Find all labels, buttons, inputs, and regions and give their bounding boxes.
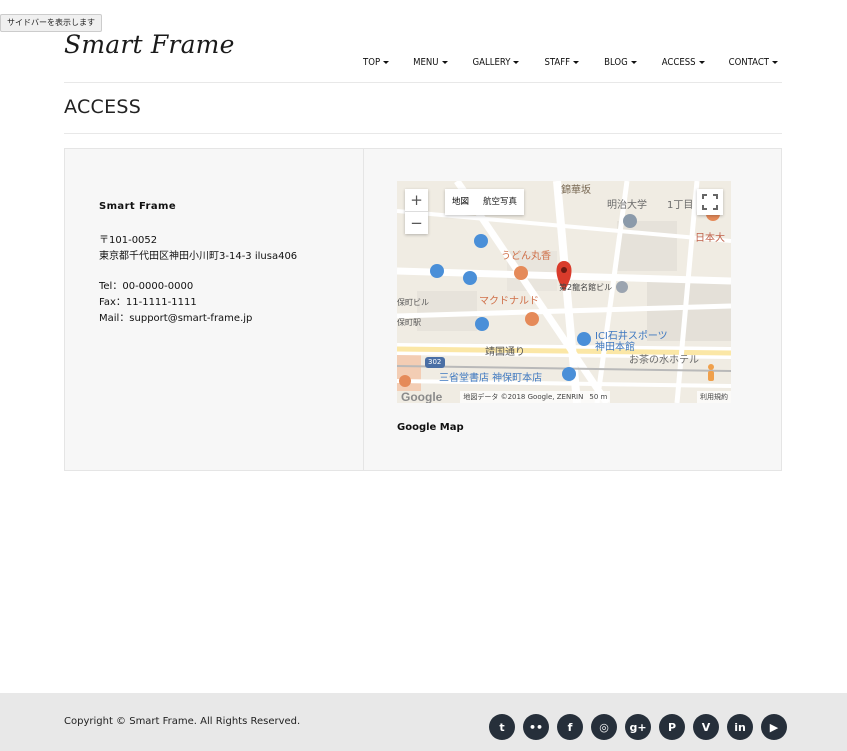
- route-shield-label: 302: [428, 358, 442, 366]
- map-scale[interactable]: 50 m: [586, 390, 611, 403]
- google-logo[interactable]: Google: [401, 390, 442, 404]
- nav-item-label: GALLERY: [472, 56, 511, 68]
- chevron-down-icon: [573, 60, 580, 64]
- youtube-icon[interactable]: ▶: [761, 714, 787, 740]
- map-zoom-control: + −: [405, 189, 428, 234]
- phone-number: Tel：00-0000-0000: [99, 281, 194, 292]
- nav-item-label: BLOG: [604, 56, 628, 68]
- postal-code: 〒101-0052: [99, 235, 158, 246]
- vimeo-icon[interactable]: V: [693, 714, 719, 740]
- page-title: ACCESS: [64, 96, 142, 118]
- header-divider: [64, 82, 782, 83]
- nav-item-gallery[interactable]: GALLERY: [473, 55, 520, 69]
- nav-item-menu[interactable]: MENU: [413, 55, 448, 69]
- fullscreen-icon: [702, 194, 718, 210]
- map-label: 三省堂書店 神保町本店: [439, 373, 543, 384]
- instagram-icon[interactable]: ◎: [591, 714, 617, 740]
- map-caption: Google Map: [397, 422, 464, 433]
- nav-item-label: ACCESS: [661, 56, 696, 68]
- chevron-down-icon: [383, 60, 390, 64]
- site-footer: Copyright © Smart Frame. All Rights Rese…: [0, 693, 847, 751]
- map-label: 保町ビル: [397, 298, 429, 307]
- map-label: 明治大学: [607, 200, 647, 211]
- fax-number: Fax：11-1111-1111: [99, 297, 197, 308]
- chevron-down-icon: [513, 60, 520, 64]
- map-label: 日本大: [695, 233, 725, 244]
- google-plus-icon[interactable]: g+: [625, 714, 651, 740]
- nav-item-access[interactable]: ACCESS: [662, 55, 705, 69]
- chevron-down-icon: [772, 60, 779, 64]
- nav-item-label: CONTACT: [728, 56, 770, 68]
- facebook-icon[interactable]: f: [557, 714, 583, 740]
- map-attribution-text: 地図データ ©2018 Google, ZENRIN: [460, 390, 587, 403]
- map-terms-link[interactable]: 利用規約: [697, 390, 731, 403]
- email-address[interactable]: Mail：support@smart-frame.jp: [99, 311, 297, 327]
- nav-item-contact[interactable]: CONTACT: [728, 55, 779, 69]
- street-address: 東京都千代田区神田小川町3-14-3 ilusa406: [99, 251, 298, 262]
- map-label: 保町駅: [397, 318, 421, 327]
- address-block: 〒101-0052 東京都千代田区神田小川町3-14-3 ilusa406: [99, 233, 297, 265]
- map-label: 1丁目: [667, 200, 694, 211]
- map-label: 錦華坂: [561, 185, 591, 196]
- map-type-control: 地図 航空写真: [445, 189, 525, 215]
- google-map[interactable]: 錦華坂 明治大学 1丁目 日本大 うどん丸香 ICI石井スポーツ 神田本館 お茶…: [397, 181, 731, 403]
- nav-item-label: MENU: [413, 56, 439, 68]
- twitter-icon[interactable]: t: [489, 714, 515, 740]
- zoom-out-button[interactable]: −: [405, 211, 428, 233]
- map-label: 第2龍名館ビル: [559, 283, 613, 292]
- map-label: マクドナルド: [479, 296, 539, 307]
- site-logo[interactable]: Smart Frame: [64, 30, 235, 59]
- map-type-roadmap-button[interactable]: 地図: [445, 189, 476, 215]
- chevron-down-icon: [441, 60, 448, 64]
- nav-item-top[interactable]: TOP: [363, 55, 390, 69]
- map-label: うどん丸香: [501, 251, 551, 262]
- main-nav: TOP MENU GALLERY STAFF BLOG ACCESS CONTA…: [363, 55, 779, 69]
- map-label: お茶の水ホテル: [629, 355, 699, 366]
- map-type-satellite-button[interactable]: 航空写真: [476, 189, 524, 215]
- map-label: 靖国通り: [485, 347, 525, 358]
- chevron-down-icon: [698, 60, 705, 64]
- nav-item-blog[interactable]: BLOG: [604, 55, 637, 69]
- contact-info: Smart Frame 〒101-0052 東京都千代田区神田小川町3-14-3…: [99, 199, 297, 327]
- title-divider: [64, 133, 782, 134]
- panel-divider: [363, 149, 364, 470]
- chevron-down-icon: [630, 60, 637, 64]
- nav-item-label: STAFF: [544, 56, 571, 68]
- map-attribution: Google 地図データ ©2018 Google, ZENRIN 50 m 利…: [397, 390, 731, 403]
- social-links: t •• f ◎ g+ P V in ▶: [489, 714, 787, 740]
- linkedin-icon[interactable]: in: [727, 714, 753, 740]
- zoom-in-button[interactable]: +: [405, 189, 428, 211]
- fullscreen-button[interactable]: [697, 189, 723, 215]
- flickr-icon[interactable]: ••: [523, 714, 549, 740]
- nav-item-staff[interactable]: STAFF: [544, 55, 580, 69]
- copyright-text: Copyright © Smart Frame. All Rights Rese…: [64, 716, 301, 727]
- access-panel: Smart Frame 〒101-0052 東京都千代田区神田小川町3-14-3…: [64, 148, 782, 471]
- pinterest-icon[interactable]: P: [659, 714, 685, 740]
- nav-item-label: TOP: [363, 56, 381, 68]
- company-name: Smart Frame: [99, 201, 177, 212]
